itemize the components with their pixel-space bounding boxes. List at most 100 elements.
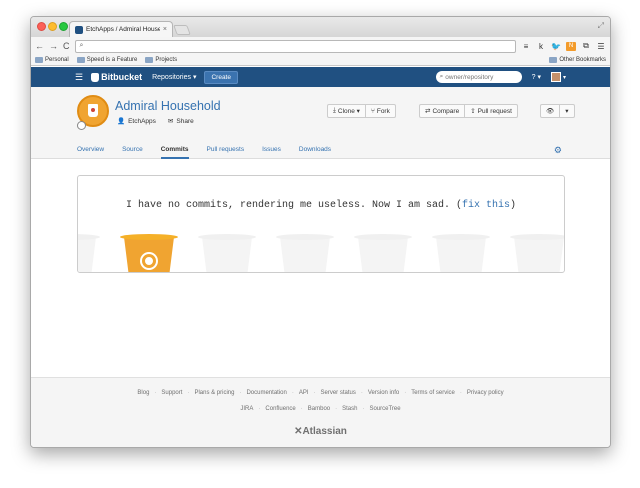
footer-link-support[interactable]: Support	[161, 390, 182, 396]
repo-owner[interactable]: 👤 EtchApps	[117, 117, 156, 126]
new-tab-button[interactable]	[173, 25, 191, 35]
tab-overview[interactable]: Overview	[77, 141, 104, 159]
repo-tabs: Overview Source Commits Pull requests Is…	[31, 141, 610, 159]
footer-link-privacy[interactable]: Privacy policy	[467, 390, 504, 396]
footer-link-bamboo[interactable]: Bamboo	[308, 406, 330, 412]
tab-commits[interactable]: Commits	[160, 141, 189, 159]
user-icon: 👤	[117, 118, 126, 125]
pull-request-icon: ⇪	[470, 108, 476, 115]
fork-icon: ⑂	[370, 107, 375, 115]
menu-icon[interactable]: ☰	[75, 72, 83, 83]
chrome-menu-icon[interactable]: ☰	[596, 42, 606, 51]
share-icon: ✉	[167, 118, 174, 125]
bitbucket-logo[interactable]: Bitbucket	[91, 72, 142, 82]
repo-search-input[interactable]	[445, 73, 516, 81]
help-menu[interactable]: ? ▾	[532, 73, 541, 81]
footer-link-blog[interactable]: Blog	[137, 390, 149, 396]
repo-title[interactable]: Admiral Household	[115, 99, 221, 113]
clone-fork-group: ⤓ Clone ▾ ⑂ Fork	[327, 104, 396, 118]
zoom-window-button[interactable]	[59, 22, 68, 31]
atlassian-logo[interactable]: ✕Atlassian	[31, 426, 610, 437]
footer-link-jira[interactable]: JIRA	[240, 406, 253, 412]
twitter-extension-icon[interactable]: 🐦	[551, 42, 561, 51]
bitbucket-favicon-icon	[75, 25, 83, 34]
watch-group: 👁 ▾	[540, 104, 575, 118]
chevron-down-icon: ▾	[565, 108, 569, 115]
bookmarks-bar: Personal Speed is a Feature Projects Oth…	[31, 55, 610, 66]
bookmark-speed[interactable]: Speed is a Feature	[76, 57, 137, 63]
footer-link-confluence[interactable]: Confluence	[265, 406, 295, 412]
tab-title: EtchApps / Admiral Househ	[86, 26, 160, 33]
footer-link-version-info[interactable]: Version info	[368, 390, 399, 396]
bucket-illustration	[78, 234, 564, 272]
orange-bucket-icon	[120, 234, 178, 272]
forward-icon[interactable]: →	[49, 41, 58, 51]
bucket-icon	[91, 72, 100, 82]
compare-icon: ⇄	[425, 108, 431, 115]
eye-icon: 👁	[546, 108, 555, 115]
private-lock-icon	[77, 121, 86, 130]
reload-icon[interactable]: C	[63, 41, 70, 51]
fork-button[interactable]: ⑂ Fork	[365, 104, 396, 118]
footer-link-documentation[interactable]: Documentation	[246, 390, 286, 396]
footer-link-sourcetree[interactable]: SourceTree	[369, 406, 400, 412]
folder-icon	[76, 57, 85, 63]
tab-pull-requests[interactable]: Pull requests	[207, 141, 245, 159]
footer-link-stash[interactable]: Stash	[342, 406, 357, 412]
other-bookmarks[interactable]: Other Bookmarks	[549, 57, 606, 63]
tab-downloads[interactable]: Downloads	[299, 141, 331, 159]
gray-bucket-icon	[432, 234, 490, 272]
repo-meta: 👤 EtchApps ✉ Share	[117, 117, 194, 126]
tab-close-icon[interactable]: ×	[163, 26, 167, 33]
gray-bucket-icon	[198, 234, 256, 272]
back-icon[interactable]: ←	[35, 41, 44, 51]
browser-window: EtchApps / Admiral Househ × ⤢ ← → C ⌕ ≡ …	[30, 16, 611, 448]
gray-bucket-icon	[354, 234, 412, 272]
fullscreen-icon[interactable]: ⤢	[598, 21, 604, 31]
minimize-window-button[interactable]	[48, 22, 57, 31]
create-button[interactable]: Create	[204, 70, 238, 84]
klout-extension-icon[interactable]: k	[536, 42, 546, 51]
tab-issues[interactable]: Issues	[262, 141, 281, 159]
clone-button[interactable]: ⤓ Clone ▾	[327, 104, 366, 118]
compare-button[interactable]: ⇄ Compare	[419, 104, 466, 118]
chevron-down-icon[interactable]: ▾	[563, 74, 566, 81]
window-extension-icon[interactable]: ⧉	[581, 41, 591, 51]
buffer-extension-icon[interactable]: ≡	[521, 42, 531, 51]
search-icon: ⌕	[439, 73, 444, 80]
footer-link-terms[interactable]: Terms of service	[411, 390, 455, 396]
bookmark-personal[interactable]: Personal	[35, 57, 69, 63]
fix-this-link[interactable]: fix this	[462, 200, 510, 211]
footer: Blog · Support · Plans & pricing · Document…	[31, 377, 610, 447]
folder-icon	[549, 57, 558, 63]
settings-gear-icon[interactable]: ⚙	[554, 145, 562, 156]
pull-request-button[interactable]: ⇪ Pull request	[465, 104, 518, 118]
address-bar[interactable]: ⌕	[74, 39, 516, 53]
bitbucket-header: ☰ Bitbucket Repositories ▾ Create ⌕ ? ▾ …	[31, 67, 610, 87]
footer-link-api[interactable]: API	[299, 390, 309, 396]
watch-button[interactable]: 👁	[540, 104, 561, 118]
tab-strip: EtchApps / Admiral Househ × ⤢	[31, 17, 610, 37]
download-icon: ⤓	[333, 107, 336, 114]
footer-link-server-status[interactable]: Server status	[321, 390, 356, 396]
bucket-icon	[88, 104, 98, 117]
hn-extension-icon[interactable]: N	[566, 41, 576, 51]
repositories-menu[interactable]: Repositories ▾	[152, 73, 196, 81]
tab-source[interactable]: Source	[122, 141, 143, 159]
close-window-button[interactable]	[37, 22, 46, 31]
search-icon: ⌕	[79, 42, 84, 49]
browser-toolbar: ← → C ⌕ ≡ k 🐦 N ⧉ ☰	[31, 37, 610, 55]
footer-link-pricing[interactable]: Plans & pricing	[194, 390, 234, 396]
watch-menu-button[interactable]: ▾	[560, 104, 575, 118]
share-link[interactable]: ✉ Share	[167, 117, 194, 126]
repo-header: Admiral Household 👤 EtchApps ✉ Share ⤓ Clon…	[31, 87, 610, 141]
user-avatar[interactable]	[550, 72, 561, 82]
folder-icon	[145, 57, 154, 63]
bookmark-projects[interactable]: Projects	[145, 57, 177, 63]
gray-bucket-icon	[510, 234, 564, 272]
gray-bucket-icon	[276, 234, 334, 272]
repo-search[interactable]: ⌕	[435, 71, 522, 83]
browser-tab[interactable]: EtchApps / Admiral Househ ×	[69, 21, 173, 37]
footer-links-products: JIRA · Confluence · Bamboo · Stash · SourceT…	[240, 406, 401, 412]
gray-bucket-icon	[78, 234, 100, 272]
